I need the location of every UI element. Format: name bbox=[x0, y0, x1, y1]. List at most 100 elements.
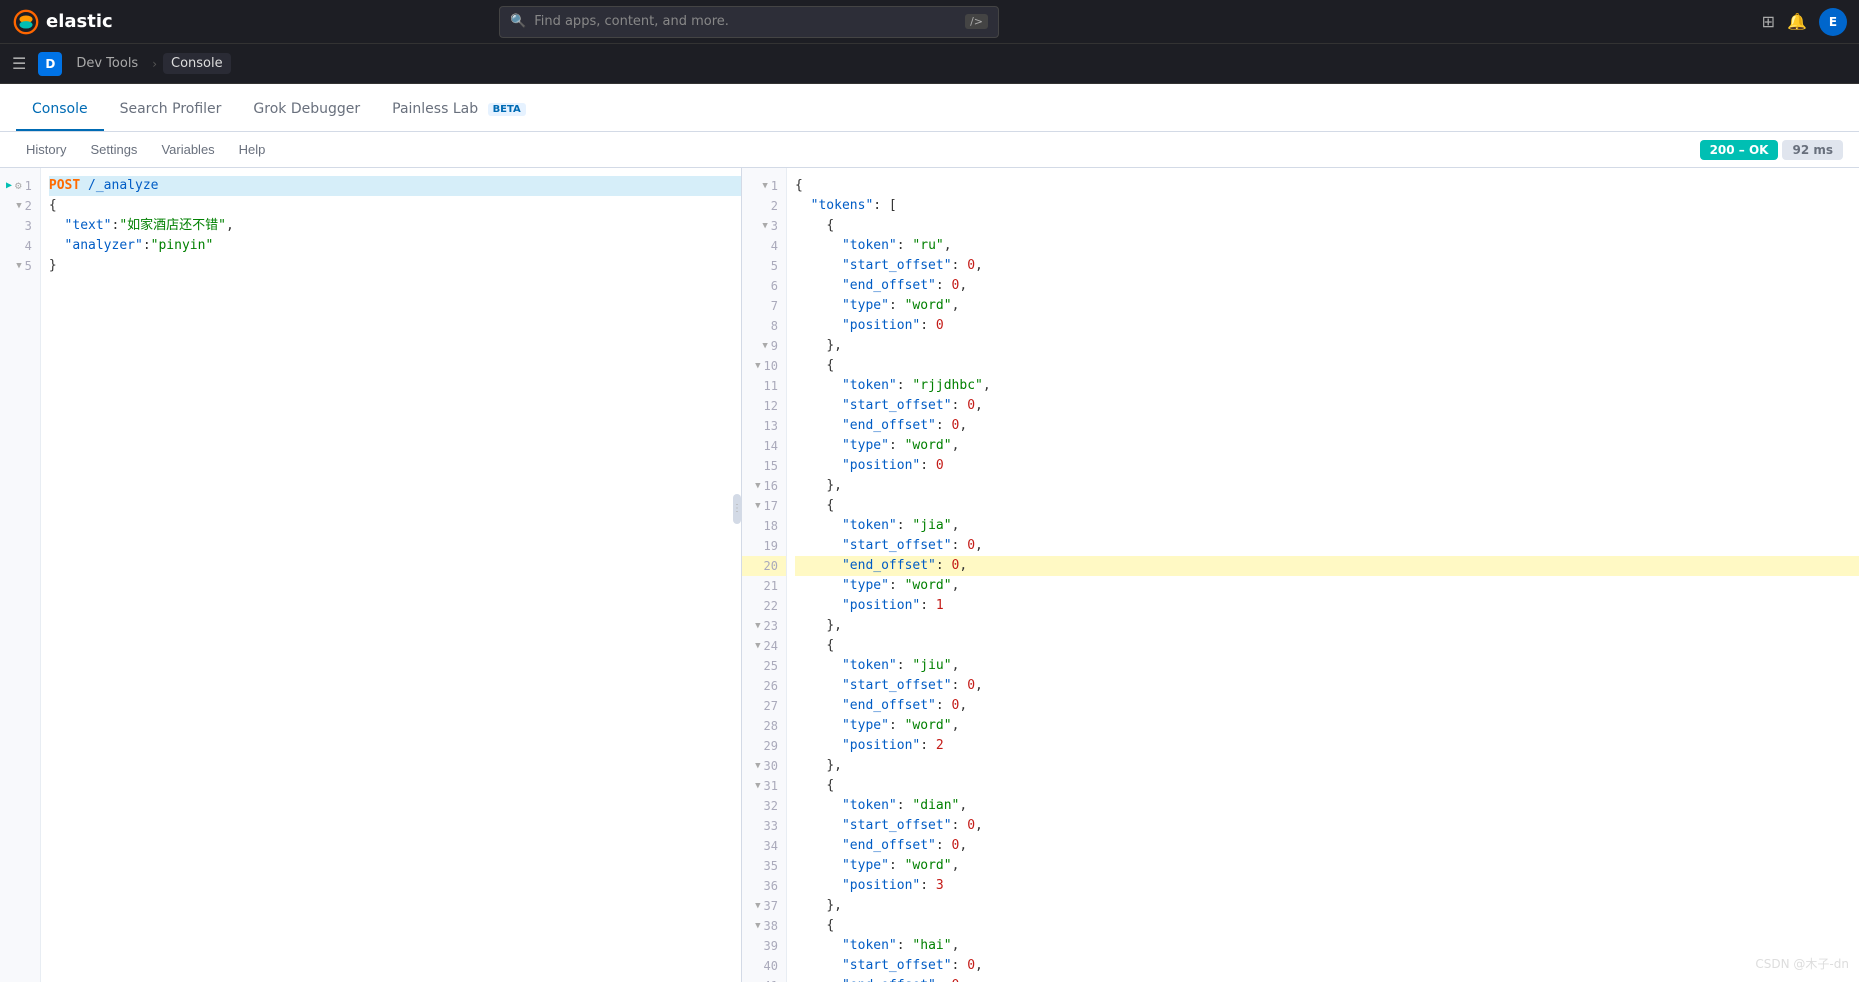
out-ln-33: 33 bbox=[742, 816, 786, 836]
grid-icon[interactable]: ⊞ bbox=[1762, 12, 1775, 31]
fold-38[interactable]: ▼ bbox=[755, 916, 760, 936]
search-bar[interactable]: 🔍 Find apps, content, and more. /> bbox=[499, 6, 999, 38]
out-line-22: "position": 1 bbox=[795, 596, 1859, 616]
tab-search-profiler[interactable]: Search Profiler bbox=[104, 89, 238, 131]
out-line-41: "end_offset": 0, bbox=[795, 976, 1859, 982]
history-button[interactable]: History bbox=[16, 138, 76, 161]
breadcrumb-devtools[interactable]: Dev Tools bbox=[68, 53, 146, 74]
fold-17[interactable]: ▼ bbox=[755, 496, 760, 516]
settings-small-icon[interactable]: ⚙ bbox=[15, 176, 22, 196]
hamburger-icon[interactable]: ☰ bbox=[12, 54, 26, 73]
out-line-39: "token": "hai", bbox=[795, 936, 1859, 956]
out-ln-17: ▼17 bbox=[742, 496, 786, 516]
collapse-icon-2[interactable]: ▼ bbox=[16, 196, 21, 216]
output-line-numbers: ▼1 2 ▼3 4 5 6 7 8 ▼9 ▼10 11 12 13 14 15 … bbox=[742, 168, 787, 982]
out-ln-26: 26 bbox=[742, 676, 786, 696]
out-line-20: "end_offset": 0, bbox=[795, 556, 1859, 576]
out-ln-10: ▼10 bbox=[742, 356, 786, 376]
out-ln-13: 13 bbox=[742, 416, 786, 436]
fold-10[interactable]: ▼ bbox=[755, 356, 760, 376]
out-line-13: "end_offset": 0, bbox=[795, 416, 1859, 436]
line-num-2: ▼ 2 bbox=[0, 196, 40, 216]
divider-handle[interactable]: ⋮ bbox=[733, 494, 741, 524]
out-ln-5: 5 bbox=[742, 256, 786, 276]
fold-31[interactable]: ▼ bbox=[755, 776, 760, 796]
sub-toolbar: History Settings Variables Help 200 – OK… bbox=[0, 132, 1859, 168]
out-line-31: { bbox=[795, 776, 1859, 796]
search-icon: 🔍 bbox=[510, 14, 526, 29]
out-ln-40: 40 bbox=[742, 956, 786, 976]
elastic-logo[interactable]: elastic bbox=[12, 8, 113, 36]
editor-line-5: } bbox=[49, 256, 741, 276]
search-placeholder: Find apps, content, and more. bbox=[534, 14, 729, 29]
out-ln-8: 8 bbox=[742, 316, 786, 336]
help-button[interactable]: Help bbox=[229, 138, 276, 161]
variables-button[interactable]: Variables bbox=[151, 138, 224, 161]
out-line-11: "token": "rjjdhbc", bbox=[795, 376, 1859, 396]
out-line-17: { bbox=[795, 496, 1859, 516]
tab-painless-lab[interactable]: Painless Lab BETA bbox=[376, 89, 542, 131]
out-ln-16: ▼16 bbox=[742, 476, 786, 496]
line-num-4: 4 bbox=[0, 236, 40, 256]
breadcrumb-console[interactable]: Console bbox=[163, 53, 231, 74]
fold-16[interactable]: ▼ bbox=[755, 476, 760, 496]
out-line-37: }, bbox=[795, 896, 1859, 916]
time-badge: 92 ms bbox=[1782, 140, 1843, 160]
out-ln-11: 11 bbox=[742, 376, 786, 396]
editor-code-area[interactable]: POST /_analyze { "text":"如家酒店还不错", "anal… bbox=[41, 168, 741, 982]
collapse-icon-5[interactable]: ▼ bbox=[16, 256, 21, 276]
out-line-1: { bbox=[795, 176, 1859, 196]
out-line-18: "token": "jia", bbox=[795, 516, 1859, 536]
out-ln-21: 21 bbox=[742, 576, 786, 596]
breadcrumb-bar: ☰ D Dev Tools › Console bbox=[0, 44, 1859, 84]
out-line-8: "position": 0 bbox=[795, 316, 1859, 336]
out-ln-1: ▼1 bbox=[742, 176, 786, 196]
tab-grok-debugger[interactable]: Grok Debugger bbox=[237, 89, 376, 131]
bell-icon[interactable]: 🔔 bbox=[1787, 12, 1807, 31]
line-num-5: ▼ 5 bbox=[0, 256, 40, 276]
out-ln-38: ▼38 bbox=[742, 916, 786, 936]
out-ln-12: 12 bbox=[742, 396, 786, 416]
settings-button[interactable]: Settings bbox=[80, 138, 147, 161]
out-ln-28: 28 bbox=[742, 716, 786, 736]
fold-9[interactable]: ▼ bbox=[762, 336, 767, 356]
out-ln-32: 32 bbox=[742, 796, 786, 816]
fold-37[interactable]: ▼ bbox=[755, 896, 760, 916]
search-shortcut: /> bbox=[965, 14, 988, 29]
out-ln-19: 19 bbox=[742, 536, 786, 556]
run-button[interactable]: ▶ bbox=[6, 176, 12, 196]
out-line-36: "position": 3 bbox=[795, 876, 1859, 896]
app-badge: D bbox=[38, 52, 62, 76]
out-line-34: "end_offset": 0, bbox=[795, 836, 1859, 856]
out-line-38: { bbox=[795, 916, 1859, 936]
fold-30[interactable]: ▼ bbox=[755, 756, 760, 776]
out-ln-35: 35 bbox=[742, 856, 786, 876]
tab-console[interactable]: Console bbox=[16, 89, 104, 131]
out-ln-15: 15 bbox=[742, 456, 786, 476]
out-line-16: }, bbox=[795, 476, 1859, 496]
out-ln-14: 14 bbox=[742, 436, 786, 456]
top-bar: elastic 🔍 Find apps, content, and more. … bbox=[0, 0, 1859, 44]
out-line-30: }, bbox=[795, 756, 1859, 776]
out-line-5: "start_offset": 0, bbox=[795, 256, 1859, 276]
fold-24[interactable]: ▼ bbox=[755, 636, 760, 656]
editor-panel[interactable]: ▶ ⚙ 1 ▼ 2 3 4 ▼ 5 POST /_analyze { "tex bbox=[0, 168, 742, 982]
user-avatar[interactable]: E bbox=[1819, 8, 1847, 36]
fold-23[interactable]: ▼ bbox=[755, 616, 760, 636]
out-ln-6: 6 bbox=[742, 276, 786, 296]
out-line-33: "start_offset": 0, bbox=[795, 816, 1859, 836]
output-content: ▼1 2 ▼3 4 5 6 7 8 ▼9 ▼10 11 12 13 14 15 … bbox=[742, 168, 1859, 982]
out-line-9: }, bbox=[795, 336, 1859, 356]
nav-tabs: Console Search Profiler Grok Debugger Pa… bbox=[0, 84, 1859, 132]
out-line-3: { bbox=[795, 216, 1859, 236]
out-ln-7: 7 bbox=[742, 296, 786, 316]
fold-3[interactable]: ▼ bbox=[762, 216, 767, 236]
out-ln-29: 29 bbox=[742, 736, 786, 756]
editor-content: ▶ ⚙ 1 ▼ 2 3 4 ▼ 5 POST /_analyze { "tex bbox=[0, 168, 741, 982]
out-ln-41: 41 bbox=[742, 976, 786, 982]
out-ln-20: 20 bbox=[742, 556, 786, 576]
out-line-26: "start_offset": 0, bbox=[795, 676, 1859, 696]
out-line-2: "tokens": [ bbox=[795, 196, 1859, 216]
out-line-27: "end_offset": 0, bbox=[795, 696, 1859, 716]
fold-1[interactable]: ▼ bbox=[762, 176, 767, 196]
